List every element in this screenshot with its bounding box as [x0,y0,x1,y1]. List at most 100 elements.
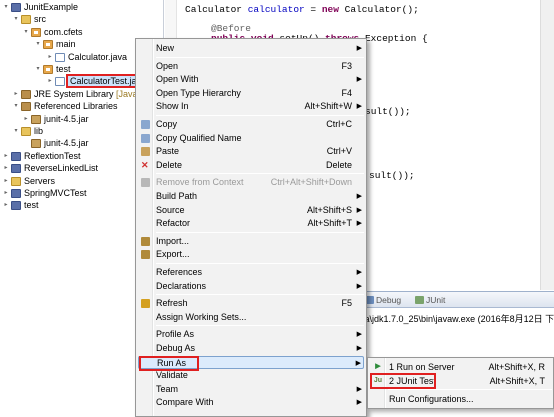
menu-item-export[interactable]: Export... [138,248,364,261]
tree-item-junit-4-5-jar[interactable]: junit-4.5.jar [22,137,89,150]
tree-item-label: ReverseLinkedList [24,163,99,174]
expand-toggle-icon[interactable]: ▸ [22,113,30,126]
menu-item-refactor[interactable]: Refactor Alt+Shift+T ▶ [138,217,364,230]
tree-item-test[interactable]: ▸ test [2,199,39,212]
submenu-item-run-configurations[interactable]: Run Configurations... [370,392,551,406]
expand-toggle-icon[interactable]: ▾ [12,13,20,26]
tree-item-label: Referenced Libraries [34,101,118,112]
run-as-submenu[interactable]: ▶ 1 Run on Server Alt+Shift+X, R Ju 2 JUnit … [367,357,554,409]
expand-toggle-icon[interactable]: ▾ [12,100,20,113]
java-file-icon [55,77,65,87]
tree-item-test[interactable]: ▾ test [34,63,71,76]
tree-item-lib[interactable]: ▾ lib [12,125,43,138]
menu-item-shortcut: Ctrl+C [326,119,352,129]
menu-separator [156,325,364,327]
menu-item-debug-as[interactable]: Debug As ▶ [138,342,364,355]
editor-scrollbar[interactable] [540,0,554,290]
menu-item-copy-qualified-name[interactable]: Copy Qualified Name [138,132,364,145]
tree-item-src[interactable]: ▾ src [12,13,46,26]
menu-item-team[interactable]: Team ▶ [138,383,364,396]
submenu-arrow-icon: ▶ [356,103,362,111]
menu-item-show-in[interactable]: Show In Alt+Shift+W ▶ [138,100,364,113]
tree-item-reflextiontest[interactable]: ▸ ReflextionTest [2,150,81,163]
tree-item-label: main [56,39,76,50]
menu-separator [156,231,364,233]
tree-item-calculator-java[interactable]: ▸ Calculator.java [46,51,127,64]
expand-toggle-icon[interactable]: ▾ [22,26,30,39]
expand-toggle-icon[interactable]: ▾ [34,63,42,76]
menu-separator [156,263,364,264]
submenu-item-shortcut: Alt+Shift+X, R [488,362,545,372]
menu-item-remove-from-context: Remove from Context Ctrl+Alt+Shift+Down [138,176,364,189]
submenu-arrow-icon: ▶ [356,76,362,84]
menu-item-assign-working-sets[interactable]: Assign Working Sets... [138,311,364,324]
menu-item-run-as[interactable]: Run As ▶ [138,355,364,371]
menu-item-shortcut: Delete [325,159,352,170]
tree-item-label: junit-4.5.jar [44,113,89,124]
highlight-frame [370,373,436,389]
menu-item-open-with[interactable]: Open With ▶ [138,73,364,86]
menu-item-shortcut: Ctrl+V [326,146,352,157]
menu-item-open[interactable]: Open F3 [138,60,364,73]
folder-icon [21,127,31,136]
tab-debug[interactable]: Debug [365,294,401,306]
expand-toggle-icon[interactable]: ▸ [12,88,20,101]
tab-debug-label: Debug [376,295,402,305]
expand-toggle-icon[interactable]: ▸ [46,51,54,64]
tree-item-com-cfets[interactable]: ▾ com.cfets [22,26,83,39]
submenu-arrow-icon: ▶ [356,385,362,393]
tree-item-label: com.cfets [44,26,83,37]
expand-toggle-icon[interactable]: ▾ [2,1,10,14]
tree-item-junitexample[interactable]: ▾ JunitExample [2,1,78,14]
menu-item-references[interactable]: References ▶ [138,266,364,279]
menu-item-label: Open Type Hierarchy [156,87,241,98]
tree-item-junit-4-5-jar[interactable]: ▸ junit-4.5.jar [22,113,89,126]
submenu-item-1-run-on-server[interactable]: ▶ 1 Run on Server Alt+Shift+X, R [370,360,551,374]
submenu-item-2-junit-test[interactable]: Ju 2 JUnit Test Alt+Shift+X, T [370,373,551,389]
submenu-arrow-icon: ▶ [356,345,362,352]
tree-item-calculatortest-java[interactable]: ▸ CalculatorTest.java [46,74,151,89]
context-menu[interactable]: New ▶ Open F3 Open With ▶ Open Type Hierarchy F… [135,38,367,417]
menu-item-new[interactable]: New ▶ [138,42,364,55]
tree-item-referenced-libraries[interactable]: ▾ Referenced Libraries [12,100,118,113]
submenu-arrow-icon: ▶ [356,269,362,276]
menu-item-source[interactable]: Source Alt+Shift+S ▶ [138,204,364,217]
expand-toggle-icon[interactable]: ▸ [2,199,10,212]
menu-separator [388,389,552,390]
expand-toggle-icon[interactable]: ▸ [46,75,54,88]
submenu-arrow-icon: ▶ [356,331,362,339]
menu-item-copy[interactable]: Copy Ctrl+C [138,118,364,131]
menu-item-refresh[interactable]: Refresh F5 [138,297,364,310]
menu-item-label: Compare With [156,397,214,408]
menu-item-open-type-hierarchy[interactable]: Open Type Hierarchy F4 [138,87,364,100]
junit-icon [415,296,424,304]
menu-item-validate[interactable]: Validate [138,369,364,382]
tree-item-main[interactable]: ▾ main [34,38,76,51]
tab-junit[interactable]: JUnit [415,294,445,306]
expand-toggle-icon[interactable]: ▸ [2,150,10,163]
menu-separator [156,173,364,175]
menu-item-import[interactable]: Import... [138,235,364,248]
expand-toggle-icon[interactable]: ▸ [2,162,10,175]
tree-item-label: test [24,200,39,211]
menu-item-paste[interactable]: Paste Ctrl+V [138,145,364,158]
expand-toggle-icon[interactable]: ▸ [2,187,10,200]
tree-item-servers[interactable]: ▸ Servers [2,175,55,188]
tree-item-springmvctest[interactable]: ▸ SpringMVCTest [2,187,87,200]
menu-item-compare-with[interactable]: Compare With ▶ [138,396,364,409]
code-exception: Exception { [359,33,428,44]
submenu-item-shortcut: Alt+Shift+X, T [489,376,545,386]
expand-toggle-icon[interactable]: ▾ [34,38,42,51]
menu-separator [156,294,364,296]
paste-icon [141,147,150,157]
expand-toggle-icon[interactable]: ▾ [12,125,20,138]
expand-toggle-icon[interactable]: ▸ [2,175,10,188]
menu-item-build-path[interactable]: Build Path ▶ [138,190,364,203]
menu-item-delete[interactable]: ✕ Delete Delete [138,159,364,172]
menu-item-declarations[interactable]: Declarations ▶ [138,280,364,293]
menu-item-label: Open [156,60,179,71]
tree-item-reverselinkedlist[interactable]: ▸ ReverseLinkedList [2,162,98,175]
menu-item-profile-as[interactable]: Profile As ▶ [138,328,364,341]
menu-item-label: Source [156,204,185,215]
tree-item-jre-system-library[interactable]: ▸ JRE System Library [JavaSE- [12,88,153,101]
